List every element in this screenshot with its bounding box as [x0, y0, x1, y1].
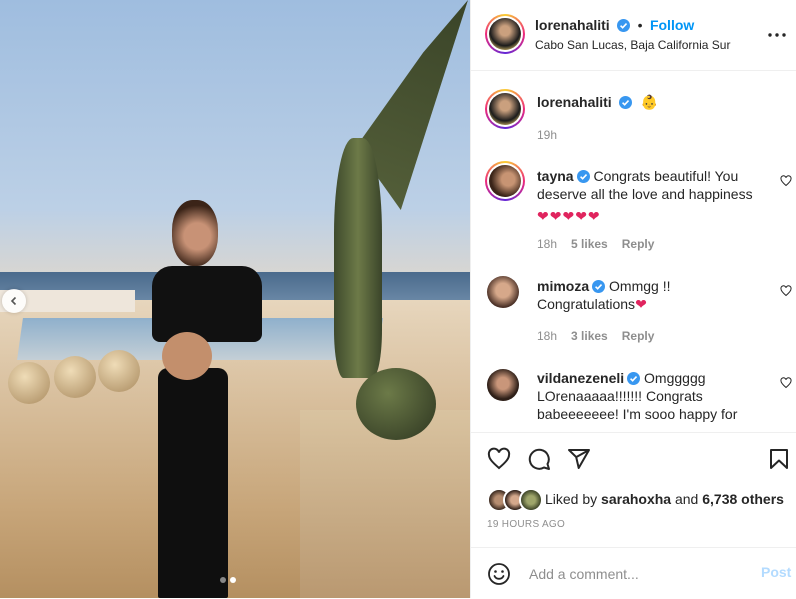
caption-meta: 19h	[537, 128, 557, 142]
photo-stone-ball	[54, 356, 96, 398]
reply-button[interactable]: Reply	[622, 237, 655, 251]
comment-text: babeeeeeee! I'm sooo happy for	[537, 406, 738, 422]
caption-time[interactable]: 19h	[537, 128, 557, 142]
caption-username[interactable]: lorenahaliti	[537, 94, 612, 110]
post-panel: lorenahaliti • Follow Cabo San Lucas, Ba…	[470, 0, 796, 598]
like-comment-heart-icon[interactable]	[780, 377, 792, 389]
comment-likes[interactable]: 3 likes	[571, 329, 608, 343]
comment-text: Ommgg !!	[609, 278, 671, 294]
header-title-row: lorenahaliti • Follow	[535, 17, 694, 35]
likes-prefix: Liked by	[545, 491, 598, 507]
comment: tayna Congrats beautiful! You deserve al…	[537, 167, 769, 225]
comment-input[interactable]	[527, 563, 741, 585]
caption: lorenahaliti 👶	[537, 94, 658, 112]
comment-text: LOrenaaaaa!!!!!!! Congrats	[537, 388, 703, 404]
comment-text: Omggggg	[644, 370, 706, 386]
comment-meta: 18h 5 likes Reply	[537, 237, 654, 251]
commenter-avatar[interactable]	[487, 276, 519, 308]
emoji-icon[interactable]	[487, 562, 511, 586]
comment-likes[interactable]: 5 likes	[571, 237, 608, 251]
post-timestamp[interactable]: 19 HOURS AGO	[487, 519, 565, 530]
like-comment-heart-icon[interactable]	[780, 175, 792, 187]
comment-emoji: ❤	[635, 296, 648, 312]
carousel-prev-button[interactable]	[2, 289, 26, 313]
photo-statue-globe	[356, 368, 436, 440]
comment-username[interactable]: tayna	[537, 168, 574, 184]
likes-summary: Liked by sarahoxha and 6,738 others	[545, 491, 784, 507]
caption-text: 👶	[640, 94, 659, 110]
heart-icon[interactable]	[487, 447, 511, 471]
comment: vildanezeneli Omggggg LOrenaaaaa!!!!!!! …	[537, 369, 769, 423]
share-icon[interactable]	[567, 447, 591, 471]
more-options-button[interactable]	[767, 25, 787, 45]
comment-time[interactable]: 18h	[537, 329, 557, 343]
likes-and: and	[674, 491, 699, 507]
verified-icon	[619, 96, 633, 109]
photo-person	[148, 200, 266, 598]
follow-button[interactable]: Follow	[650, 17, 694, 33]
comment: mimoza Ommgg !! Congratulations❤	[537, 277, 769, 313]
verified-icon	[592, 280, 606, 293]
verified-icon	[576, 170, 590, 183]
chevron-left-icon	[9, 294, 19, 309]
author-username[interactable]: lorenahaliti	[535, 17, 610, 33]
photo-stone-ball	[98, 350, 140, 392]
comment-username[interactable]: vildanezeneli	[537, 370, 624, 386]
carousel-dot-active	[230, 577, 236, 583]
comment-time[interactable]: 18h	[537, 237, 557, 251]
comment-composer: Post	[471, 547, 796, 599]
dot-separator: •	[637, 17, 643, 33]
commenter-avatar[interactable]	[485, 161, 525, 201]
verified-icon	[627, 372, 641, 385]
more-icon	[768, 33, 786, 37]
comment-icon[interactable]	[527, 447, 551, 471]
comments-list[interactable]: lorenahaliti 👶 19h tayna Congrats beauti…	[471, 71, 796, 431]
photo-stone-ball	[8, 362, 50, 404]
carousel-dot	[220, 577, 226, 583]
photo-arch	[0, 0, 62, 62]
comment-text: Congratulations	[537, 296, 636, 312]
photo-statue	[334, 138, 382, 378]
likes-username[interactable]: sarahoxha	[601, 491, 671, 507]
post-photo[interactable]	[0, 0, 470, 598]
commenter-avatar[interactable]	[487, 369, 519, 401]
carousel-dots	[220, 577, 236, 583]
author-avatar[interactable]	[485, 14, 525, 54]
post-header: lorenahaliti • Follow Cabo San Lucas, Ba…	[471, 0, 796, 71]
bookmark-icon[interactable]	[767, 447, 791, 471]
like-comment-heart-icon[interactable]	[780, 285, 792, 297]
reply-button[interactable]: Reply	[622, 329, 655, 343]
post-location[interactable]: Cabo San Lucas, Baja California Sur	[535, 38, 730, 52]
comment-username[interactable]: mimoza	[537, 278, 589, 294]
liker-avatar	[519, 488, 543, 512]
verified-icon	[617, 19, 631, 32]
author-avatar[interactable]	[485, 89, 525, 129]
post-button[interactable]: Post	[761, 564, 791, 580]
comment-meta: 18h 3 likes Reply	[537, 329, 654, 343]
likes-count[interactable]: 6,738 others	[702, 491, 784, 507]
comment-emoji: ❤❤❤❤❤	[537, 208, 601, 224]
